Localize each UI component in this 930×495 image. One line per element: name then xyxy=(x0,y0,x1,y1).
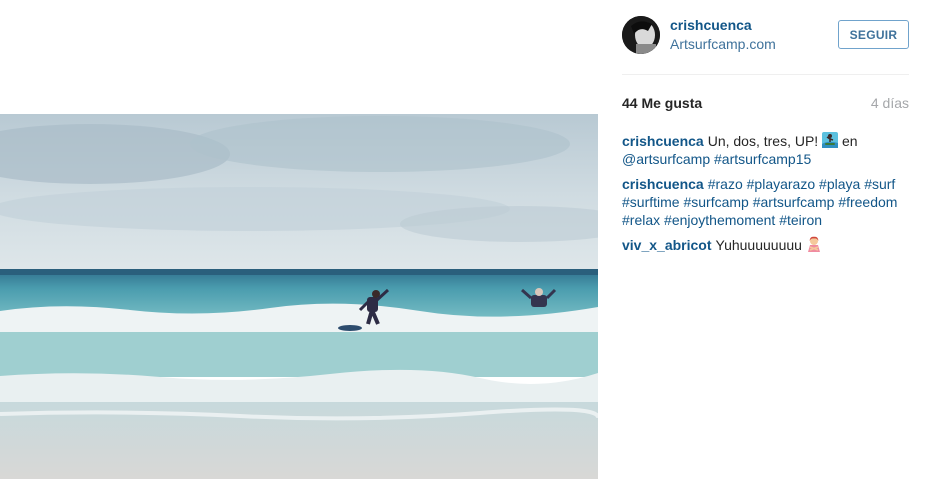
post-meta: 44 Me gusta 4 días xyxy=(622,95,909,115)
person-gesturing-emoji-icon xyxy=(807,236,820,252)
comment-text-suffix: en xyxy=(841,133,858,149)
hashtag-link[interactable]: #artsurfcamp15 xyxy=(714,151,811,167)
beach-surf-image xyxy=(0,114,598,479)
hashtag-link[interactable]: #playa xyxy=(819,176,860,192)
list-item: crishcuenca Un, dos, tres, UP! en @artsur… xyxy=(622,132,914,168)
comment-list: crishcuenca Un, dos, tres, UP! en @artsur… xyxy=(622,132,914,261)
hashtag-link[interactable]: #enjoythemoment xyxy=(664,212,775,228)
mention-link[interactable]: @artsurfcamp xyxy=(622,151,710,167)
likes-count[interactable]: 44 Me gusta xyxy=(622,95,702,111)
hashtag-link[interactable]: #relax xyxy=(622,212,660,228)
hashtag-link[interactable]: #surftime xyxy=(622,194,680,210)
hashtag-link[interactable]: #playarazo xyxy=(747,176,816,192)
post-header: crishcuenca Artsurfcamp.com SEGUIR xyxy=(622,16,909,75)
comment-text: Un, dos, tres, UP! xyxy=(707,133,819,149)
post-time[interactable]: 4 días xyxy=(871,95,909,111)
hashtag-link[interactable]: #surf xyxy=(864,176,895,192)
hashtag-link[interactable]: #artsurfcamp xyxy=(753,194,835,210)
avatar-image xyxy=(622,16,660,54)
user-info: crishcuenca Artsurfcamp.com xyxy=(670,16,776,53)
surfer-emoji-icon xyxy=(822,132,839,148)
hashtag-link[interactable]: #razo xyxy=(708,176,743,192)
avatar[interactable] xyxy=(622,16,660,54)
list-item: crishcuenca #razo #playarazo #playa #surf… xyxy=(622,175,914,229)
comment-username[interactable]: viv_x_abricot xyxy=(622,237,712,253)
list-item: viv_x_abricot Yuhuuuuuuuu xyxy=(622,236,914,254)
follow-button[interactable]: SEGUIR xyxy=(838,20,909,49)
photo-pane xyxy=(0,0,598,495)
comment-username[interactable]: crishcuenca xyxy=(622,176,704,192)
hashtag-link[interactable]: #surfcamp xyxy=(683,194,748,210)
post-photo[interactable] xyxy=(0,114,598,479)
comment-username[interactable]: crishcuenca xyxy=(622,133,704,149)
location-link[interactable]: Artsurfcamp.com xyxy=(670,35,776,53)
author-username[interactable]: crishcuenca xyxy=(670,16,776,34)
comment-text: Yuhuuuuuuuu xyxy=(715,237,802,253)
hashtag-link[interactable]: #freedom xyxy=(838,194,897,210)
post-sidebar: crishcuenca Artsurfcamp.com SEGUIR 44 Me… xyxy=(598,0,930,495)
hashtag-link[interactable]: #teiron xyxy=(779,212,822,228)
